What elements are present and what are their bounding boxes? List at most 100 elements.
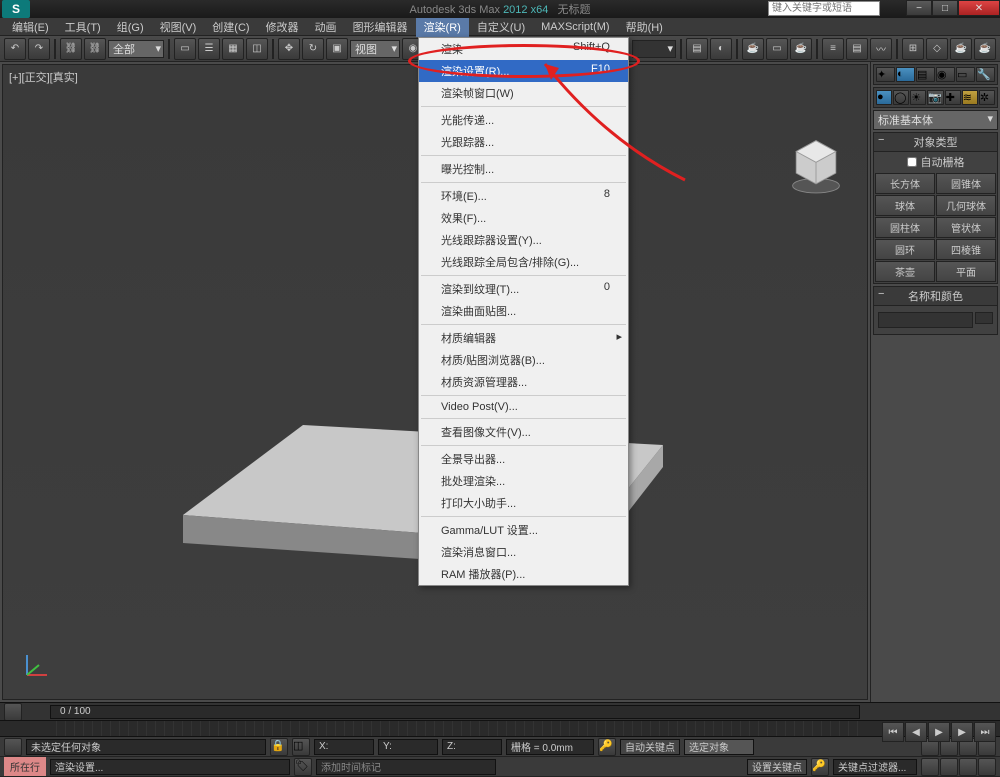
z-coord[interactable]: Z: [442,739,502,755]
menu-item-5[interactable]: 光跟踪器... [419,131,628,153]
cameras-cat[interactable]: 📷 [927,90,943,105]
snap4-button[interactable]: ☕ [974,38,996,60]
viewcube[interactable] [789,135,843,195]
render-setup-button[interactable]: ☕ [742,38,764,60]
goto-end-button[interactable]: ⏭ [974,722,996,742]
primitive-9[interactable]: 平面 [936,261,996,282]
key-filter-button[interactable]: 关键点过滤器... [833,759,917,775]
menu-item-10[interactable]: 效果(F)... [419,207,628,229]
min-button[interactable] [978,758,996,776]
menu-item-18[interactable]: 材质/贴图浏览器(B)... [419,349,628,371]
selected-obj-combo[interactable]: 选定对象 [684,739,754,755]
menu-10[interactable]: MAXScript(M) [533,19,617,35]
section-title-objtype[interactable]: 对象类型 [874,133,997,152]
next-frame-button[interactable]: ▶ [951,722,973,742]
setkey-toggle[interactable]: 设置关键点 [747,759,807,775]
menu-item-31[interactable]: RAM 播放器(P)... [419,563,628,585]
menu-item-2[interactable]: 渲染帧窗口(W) [419,82,628,104]
timeline-track[interactable] [50,705,860,719]
link-button[interactable]: ⛓ [60,38,82,60]
create-tab[interactable]: ✦ [876,67,895,82]
menu-item-25[interactable]: 全景导出器... [419,448,628,470]
material-button[interactable]: ◐ [710,38,732,60]
trackbar[interactable]: ⏮ ◀ ▶ ▶ ⏭ [0,720,1000,736]
space-cat[interactable]: ≋ [962,90,978,105]
render-preset-combo[interactable] [632,40,676,58]
y-coord[interactable]: Y: [378,739,438,755]
menu-3[interactable]: 视图(V) [152,17,205,37]
x-coord[interactable]: X: [314,739,374,755]
snap3-button[interactable]: ☕ [950,38,972,60]
menu-item-30[interactable]: 渲染消息窗口... [419,541,628,563]
primitive-8[interactable]: 茶壶 [875,261,935,282]
menu-item-9[interactable]: 环境(E)...8 [419,185,628,207]
menu-item-4[interactable]: 光能传递... [419,109,628,131]
menu-item-27[interactable]: 打印大小助手... [419,492,628,514]
primitive-2[interactable]: 球体 [875,195,935,216]
key-button[interactable]: 🔑 [598,738,616,756]
menu-8[interactable]: 渲染(R) [416,17,469,37]
select-rect-button[interactable]: ▦ [222,38,244,60]
layer-button[interactable]: ▤ [846,38,868,60]
autogrid-checkbox[interactable]: 自动栅格 [874,152,997,172]
minimize-button[interactable]: − [906,0,932,16]
align-button[interactable]: ≡ [822,38,844,60]
curve-button[interactable]: 〰 [870,38,892,60]
menu-1[interactable]: 工具(T) [57,17,109,37]
lock-button[interactable]: 🔒 [270,738,288,756]
menu-item-0[interactable]: 渲染Shift+Q [419,38,628,60]
menu-2[interactable]: 组(G) [109,17,152,37]
ref-coord-combo[interactable]: 视图 [350,40,400,58]
timeline-config-button[interactable] [4,703,22,721]
max-button[interactable] [959,758,977,776]
helpers-cat[interactable]: ✚ [945,90,961,105]
help-search-input[interactable] [768,1,880,16]
object-name-input[interactable] [878,312,973,328]
menu-item-15[interactable]: 渲染曲面贴图... [419,300,628,322]
time-slider[interactable]: 0 / 100 [0,702,1000,720]
menu-item-29[interactable]: Gamma/LUT 设置... [419,519,628,541]
menu-0[interactable]: 编辑(E) [4,17,57,37]
fov-button[interactable] [921,758,939,776]
primitive-5[interactable]: 管状体 [936,217,996,238]
tag-button[interactable]: 🏷 [294,758,312,776]
play-button[interactable]: ▶ [928,722,950,742]
primitive-0[interactable]: 长方体 [875,173,935,194]
scale-button[interactable]: ▣ [326,38,348,60]
snap-button[interactable]: ⊞ [902,38,924,60]
menu-5[interactable]: 修改器 [258,17,307,37]
object-color-swatch[interactable] [975,312,993,324]
app-logo[interactable]: S [2,0,30,18]
menu-item-14[interactable]: 渲染到纹理(T)...0 [419,278,628,300]
menu-item-26[interactable]: 批处理渲染... [419,470,628,492]
render-button[interactable]: ☕ [790,38,812,60]
undo-button[interactable]: ↶ [4,38,26,60]
menu-item-11[interactable]: 光线跟踪器设置(Y)... [419,229,628,251]
unlink-button[interactable]: ⛓ [84,38,106,60]
geometry-cat[interactable]: ● [876,90,892,105]
schematic-button[interactable]: ▤ [686,38,708,60]
move-button[interactable]: ✥ [278,38,300,60]
menu-item-23[interactable]: 查看图像文件(V)... [419,421,628,443]
viewport-label[interactable]: [+][正交][真实] [9,69,78,85]
menu-item-7[interactable]: 曝光控制... [419,158,628,180]
script-listener-button[interactable] [4,738,22,756]
section-title-namecolor[interactable]: 名称和颜色 [874,287,997,306]
menu-item-19[interactable]: 材质资源管理器... [419,371,628,393]
window-crossing-button[interactable]: ◫ [246,38,268,60]
rotate-button[interactable]: ↻ [302,38,324,60]
walk-button[interactable] [940,758,958,776]
select-name-button[interactable]: ☰ [198,38,220,60]
menu-9[interactable]: 自定义(U) [469,17,533,37]
modify-tab[interactable]: ◐ [896,67,915,82]
utilities-tab[interactable]: 🔧 [976,67,995,82]
iso-button[interactable]: ◫ [292,738,310,756]
close-button[interactable]: ✕ [958,0,1000,16]
menu-item-21[interactable]: Video Post(V)... [419,398,628,416]
select-button[interactable]: ▭ [174,38,196,60]
display-tab[interactable]: ▭ [956,67,975,82]
menu-11[interactable]: 帮助(H) [618,17,671,37]
autokey-toggle[interactable]: 自动关键点 [620,739,680,755]
primitive-4[interactable]: 圆柱体 [875,217,935,238]
motion-tab[interactable]: ◉ [936,67,955,82]
